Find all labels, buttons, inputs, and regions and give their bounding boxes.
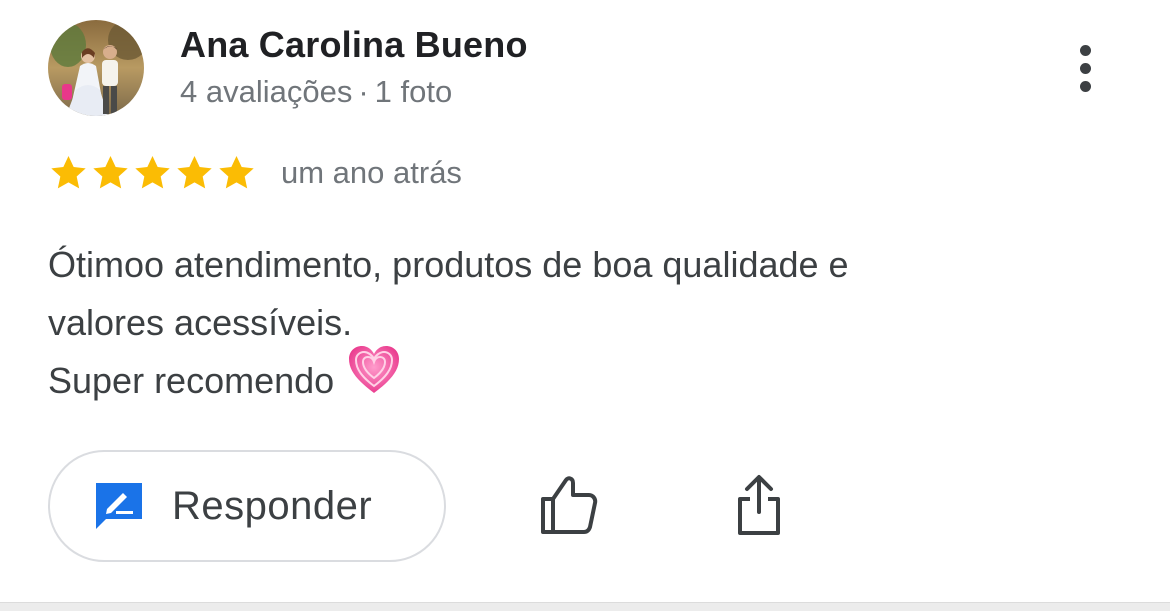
reviewer-avatar[interactable] bbox=[48, 20, 144, 116]
review-text: Ótimoo atendimento, produtos de boa qual… bbox=[48, 236, 1108, 412]
star-icon bbox=[216, 153, 257, 193]
star-icon bbox=[132, 153, 173, 193]
avatar-photo bbox=[48, 20, 144, 116]
reply-label: Responder bbox=[172, 483, 373, 528]
reviews-count: 4 avaliações bbox=[180, 74, 353, 109]
star-rating bbox=[48, 153, 257, 193]
share-button[interactable] bbox=[730, 472, 788, 538]
review-time: um ano atrás bbox=[281, 155, 462, 190]
review-text-line: valores acessíveis. bbox=[48, 302, 353, 343]
reply-icon bbox=[92, 479, 146, 533]
star-icon bbox=[90, 153, 131, 193]
growing-heart-emoji bbox=[348, 345, 400, 412]
photos-count: 1 foto bbox=[374, 74, 453, 109]
review-text-line: Ótimoo atendimento, produtos de boa qual… bbox=[48, 244, 849, 285]
more-options-button[interactable] bbox=[1066, 38, 1106, 98]
more-vert-icon bbox=[1080, 45, 1091, 56]
like-button[interactable] bbox=[536, 472, 602, 538]
reply-button[interactable]: Responder bbox=[48, 450, 446, 562]
review-card: Ana Carolina Bueno 4 avaliações · 1 foto u… bbox=[0, 0, 1170, 602]
share-icon bbox=[738, 475, 780, 535]
rating-row: um ano atrás bbox=[48, 153, 462, 193]
star-icon bbox=[174, 153, 215, 193]
review-text-line: Super recomendo bbox=[48, 345, 1108, 412]
thumbs-up-icon bbox=[541, 476, 598, 534]
meta-separator: · bbox=[358, 74, 369, 109]
reviewer-stats: 4 avaliações · 1 foto bbox=[180, 74, 452, 110]
star-icon bbox=[48, 153, 89, 193]
reviewer-name[interactable]: Ana Carolina Bueno bbox=[180, 25, 528, 65]
card-divider bbox=[0, 602, 1170, 611]
